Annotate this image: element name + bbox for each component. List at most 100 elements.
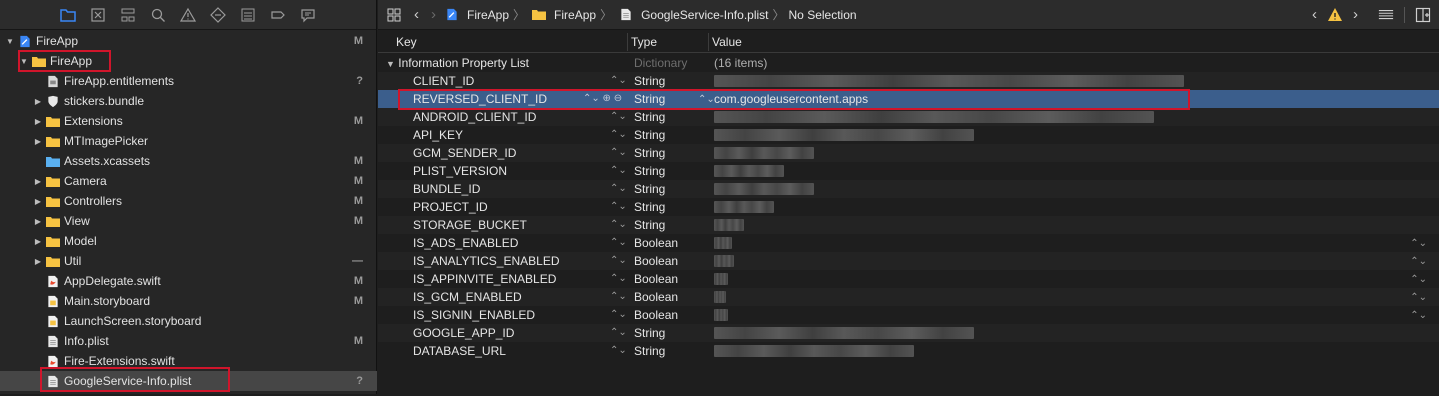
comment-icon[interactable] (300, 7, 316, 23)
plist-row[interactable]: PLIST_VERSION ⌃⌄ String (378, 162, 1439, 180)
list-icon[interactable] (240, 7, 256, 23)
navigator-item[interactable]: Info.plist M (0, 331, 377, 351)
plist-row[interactable]: STORAGE_BUCKET ⌃⌄ String (378, 216, 1439, 234)
breadcrumb-selection[interactable]: No Selection (789, 8, 857, 22)
plist-type[interactable]: Boolean (634, 308, 678, 322)
key-stepper-icon[interactable]: ⌃⌄ (610, 216, 627, 234)
warning-icon[interactable] (180, 7, 196, 23)
key-stepper-icon[interactable]: ⌃⌄ (610, 180, 627, 198)
plist-type[interactable]: Boolean (634, 272, 678, 286)
source-control-icon[interactable] (90, 7, 106, 23)
key-stepper-icon[interactable]: ⌃⌄ (610, 306, 627, 324)
plist-row[interactable]: ANDROID_CLIENT_ID ⌃⌄ String (378, 108, 1439, 126)
boolean-popup-icon[interactable]: ⌃⌄ (1410, 274, 1427, 285)
key-stepper-icon[interactable]: ⌃⌄ (610, 144, 627, 162)
navigator-item[interactable]: ▶ Controllers M (0, 191, 377, 211)
plist-key[interactable]: IS_GCM_ENABLED (413, 290, 522, 304)
add-editor-icon[interactable] (1415, 7, 1431, 23)
key-stepper-icon[interactable]: ⌃⌄ (610, 270, 627, 288)
plist-type[interactable]: String (634, 200, 665, 214)
plist-root-row[interactable]: ▼ Information Property List Dictionary (… (378, 54, 1439, 72)
disclosure-closed-icon[interactable]: ▶ (33, 196, 43, 206)
plist-row[interactable]: IS_ANALYTICS_ENABLED ⌃⌄ Boolean ⌃⌄ (378, 252, 1439, 270)
plist-row[interactable]: CLIENT_ID ⌃⌄ String (378, 72, 1439, 90)
disclosure-closed-icon[interactable]: ▶ (33, 136, 43, 146)
plist-row[interactable]: DATABASE_URL ⌃⌄ String (378, 342, 1439, 360)
type-column-header[interactable]: Type (631, 35, 657, 49)
plist-row[interactable]: IS_SIGNIN_ENABLED ⌃⌄ Boolean ⌃⌄ (378, 306, 1439, 324)
boolean-popup-icon[interactable]: ⌃⌄ (1410, 256, 1427, 267)
plist-type[interactable]: String (634, 164, 665, 178)
column-divider[interactable] (708, 33, 709, 51)
navigator-item[interactable]: FireApp.entitlements? (0, 71, 377, 91)
navigator-item[interactable]: Assets.xcassets M (0, 151, 377, 171)
plist-key[interactable]: CLIENT_ID (413, 74, 474, 88)
plist-type[interactable]: Boolean (634, 236, 678, 250)
warning-icon[interactable] (1327, 7, 1343, 23)
key-stepper-icon[interactable]: ⌃⌄ (610, 126, 627, 144)
value-column-header[interactable]: Value (712, 35, 742, 49)
breadcrumb-folder[interactable]: FireApp (529, 8, 596, 22)
breadcrumb-file[interactable]: GoogleService-Info.plist (616, 8, 769, 22)
folder-icon[interactable] (60, 7, 76, 23)
plist-row[interactable]: API_KEY ⌃⌄ String (378, 126, 1439, 144)
navigator-item[interactable]: Main.storyboard M (0, 291, 377, 311)
key-stepper-icon[interactable]: ⌃⌄ (610, 162, 627, 180)
disclosure-open-icon[interactable]: ▼ (386, 59, 395, 69)
plist-row[interactable]: PROJECT_ID ⌃⌄ String (378, 198, 1439, 216)
disclosure-closed-icon[interactable]: ▶ (33, 116, 43, 126)
forward-arrow-icon[interactable]: › (431, 6, 436, 23)
breadcrumb-project[interactable]: FireApp (442, 8, 509, 22)
plist-key[interactable]: ANDROID_CLIENT_ID (413, 110, 536, 124)
boolean-popup-icon[interactable]: ⌃⌄ (1410, 292, 1427, 303)
disclosure-closed-icon[interactable]: ▶ (33, 176, 43, 186)
key-stepper-icon[interactable]: ⌃⌄ (610, 72, 627, 90)
previous-issue-icon[interactable]: ‹ (1312, 6, 1317, 23)
key-stepper-icon[interactable]: ⌃⌄ (610, 342, 627, 360)
tag-icon[interactable] (270, 7, 286, 23)
grid-icon[interactable] (386, 7, 402, 23)
key-stepper-icon[interactable]: ⌃⌄ (610, 234, 627, 252)
key-stepper-icon[interactable]: ⌃⌄ (610, 324, 627, 342)
plist-type[interactable]: String (634, 74, 665, 88)
plist-type[interactable]: String (634, 218, 665, 232)
plist-key[interactable]: STORAGE_BUCKET (413, 218, 527, 232)
plist-type[interactable]: String (634, 344, 665, 358)
plist-key[interactable]: PROJECT_ID (413, 200, 488, 214)
plist-key[interactable]: BUNDLE_ID (413, 182, 480, 196)
plist-key[interactable]: IS_APPINVITE_ENABLED (413, 272, 556, 286)
diamond-icon[interactable] (210, 6, 226, 23)
plist-type[interactable]: String (634, 128, 665, 142)
back-arrow-icon[interactable]: ‹ (414, 6, 419, 23)
key-stepper-icon[interactable]: ⌃⌄ (610, 108, 627, 126)
plist-type[interactable]: String (634, 326, 665, 340)
plist-key[interactable]: IS_SIGNIN_ENABLED (413, 308, 535, 322)
plist-type[interactable]: String (634, 182, 665, 196)
disclosure-closed-icon[interactable]: ▶ (33, 216, 43, 226)
plist-row[interactable]: IS_GCM_ENABLED ⌃⌄ Boolean ⌃⌄ (378, 288, 1439, 306)
disclosure-closed-icon[interactable]: ▶ (33, 236, 43, 246)
plist-row[interactable]: IS_ADS_ENABLED ⌃⌄ Boolean ⌃⌄ (378, 234, 1439, 252)
navigator-item[interactable]: AppDelegate.swift M (0, 271, 377, 291)
key-column-header[interactable]: Key (396, 35, 417, 49)
hierarchy-icon[interactable] (120, 7, 136, 23)
navigator-item[interactable]: ▶ View M (0, 211, 377, 231)
plist-row[interactable]: GCM_SENDER_ID ⌃⌄ String (378, 144, 1439, 162)
plist-row[interactable]: BUNDLE_ID ⌃⌄ String (378, 180, 1439, 198)
plist-key[interactable]: API_KEY (413, 128, 463, 142)
navigator-item[interactable]: ▶ Model (0, 231, 377, 251)
plist-key[interactable]: IS_ANALYTICS_ENABLED (413, 254, 560, 268)
column-divider[interactable] (627, 33, 628, 51)
next-issue-icon[interactable]: › (1353, 6, 1358, 23)
plist-type[interactable]: String (634, 110, 665, 124)
navigator-item[interactable]: ▶ Util — (0, 251, 377, 271)
plist-key[interactable]: GCM_SENDER_ID (413, 146, 516, 160)
disclosure-closed-icon[interactable]: ▶ (33, 96, 43, 106)
navigator-item[interactable]: ▶ stickers.bundle (0, 91, 377, 111)
disclosure-open-icon[interactable]: ▼ (5, 36, 15, 46)
plist-type[interactable]: String (634, 146, 665, 160)
key-stepper-icon[interactable]: ⌃⌄ (610, 252, 627, 270)
search-icon[interactable] (150, 7, 166, 23)
plist-key[interactable]: PLIST_VERSION (413, 164, 507, 178)
navigator-item[interactable]: LaunchScreen.storyboard (0, 311, 377, 331)
